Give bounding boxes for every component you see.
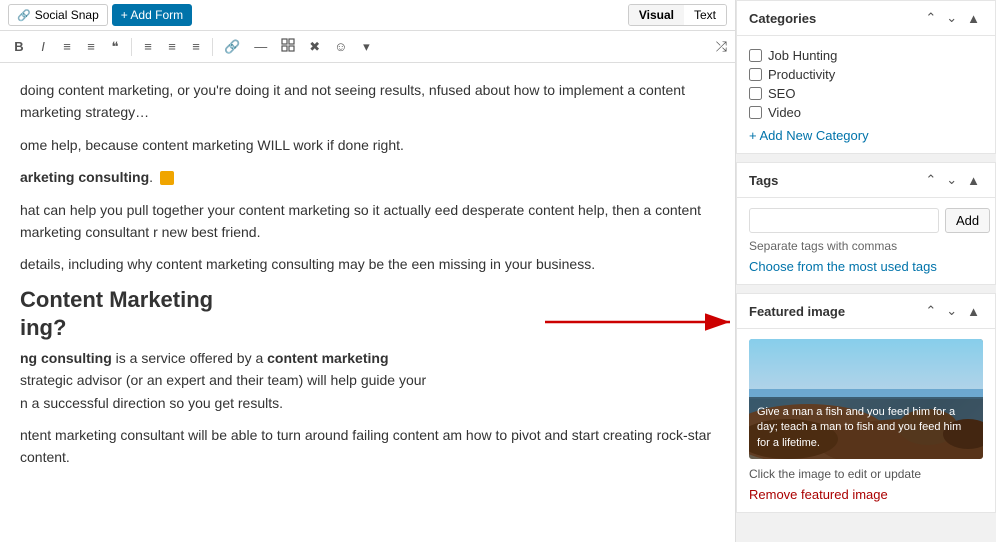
featured-image-body: Give a man a fish and you feed him for a… <box>737 329 995 512</box>
featured-image-collapse-down[interactable]: ⌄ <box>943 302 960 320</box>
category-label-productivity: Productivity <box>768 67 835 82</box>
dropdown-button[interactable]: ▾ <box>355 36 377 58</box>
ordered-list-button[interactable]: ≡ <box>80 36 102 57</box>
emoji-button[interactable]: ☺ <box>328 36 353 57</box>
editor-area: 🔗 Social Snap + Add Form Visual Text B I… <box>0 0 736 542</box>
category-label-seo: SEO <box>768 86 795 101</box>
social-snap-icon: 🔗 <box>17 9 31 22</box>
table-button[interactable] <box>275 35 301 58</box>
align-right-button[interactable]: ≡ <box>185 36 207 57</box>
categories-collapse-down[interactable]: ⌄ <box>943 9 960 27</box>
categories-panel: Categories ⌃ ⌄ ▲ Job Hunting Productivit… <box>736 0 996 154</box>
category-checkbox-seo[interactable] <box>749 87 762 100</box>
italic-button[interactable]: I <box>32 36 54 57</box>
editor-paragraph-5: details, including why content marketing… <box>20 253 715 275</box>
text-tab[interactable]: Text <box>684 5 726 25</box>
category-checkbox-productivity[interactable] <box>749 68 762 81</box>
align-center-button[interactable]: ≡ <box>161 36 183 57</box>
categories-controls: ⌃ ⌄ ▲ <box>922 9 983 27</box>
sidebar: Categories ⌃ ⌄ ▲ Job Hunting Productivit… <box>736 0 996 542</box>
remove-featured-image-link[interactable]: Remove featured image <box>749 487 888 502</box>
categories-body: Job Hunting Productivity SEO Video <box>737 36 995 153</box>
view-toggle: Visual Text <box>628 4 727 26</box>
featured-image-hint: Click the image to edit or update <box>749 467 983 481</box>
category-item-productivity: Productivity <box>749 65 983 84</box>
tags-toggle[interactable]: ▲ <box>964 172 983 189</box>
tags-title: Tags <box>749 173 778 188</box>
category-label-video: Video <box>768 105 801 120</box>
featured-image-collapse-up[interactable]: ⌃ <box>922 302 939 320</box>
editor-paragraph-7: ntent marketing consultant will be able … <box>20 424 715 469</box>
featured-image-caption: Give a man a fish and you feed him for a… <box>749 397 983 459</box>
editor-heading: Content Marketinging? <box>20 286 715 343</box>
categories-toggle[interactable]: ▲ <box>964 10 983 27</box>
editor-top-toolbar: 🔗 Social Snap + Add Form Visual Text <box>0 0 735 31</box>
tags-input[interactable] <box>749 208 939 233</box>
category-item-video: Video <box>749 103 983 122</box>
featured-image-toggle[interactable]: ▲ <box>964 303 983 320</box>
categories-collapse-up[interactable]: ⌃ <box>922 9 939 27</box>
category-label-job-hunting: Job Hunting <box>768 48 837 63</box>
tags-collapse-up[interactable]: ⌃ <box>922 171 939 189</box>
align-left-button[interactable]: ≡ <box>137 36 159 57</box>
expand-button[interactable]: ⤮ <box>716 38 727 55</box>
formatting-separator-1 <box>131 38 132 56</box>
more-button[interactable]: — <box>248 36 273 57</box>
featured-image-title: Featured image <box>749 304 845 319</box>
tags-body: Add Separate tags with commas Choose fro… <box>737 198 995 284</box>
category-checkbox-video[interactable] <box>749 106 762 119</box>
editor-paragraph-3: arketing consulting. <box>20 166 715 188</box>
category-item-seo: SEO <box>749 84 983 103</box>
formatting-bar: B I ≡ ≡ ❝ ≡ ≡ ≡ 🔗 — ✖ ☺ ▾ ⤮ <box>0 31 735 63</box>
tags-panel: Tags ⌃ ⌄ ▲ Add Separate tags with commas… <box>736 162 996 285</box>
editor-paragraph-1: doing content marketing, or you're doing… <box>20 79 715 124</box>
featured-image-controls: ⌃ ⌄ ▲ <box>922 302 983 320</box>
category-checkbox-job-hunting[interactable] <box>749 49 762 62</box>
bold-button[interactable]: B <box>8 36 30 57</box>
featured-image-panel-header: Featured image ⌃ ⌄ ▲ <box>737 294 995 329</box>
editor-bold-consulting: arketing consulting <box>20 169 149 185</box>
editor-paragraph-6: ng consulting is a service offered by a … <box>20 347 715 414</box>
categories-panel-header: Categories ⌃ ⌄ ▲ <box>737 1 995 36</box>
inline-color-icon <box>160 171 174 185</box>
tags-most-used-link[interactable]: Choose from the most used tags <box>749 259 937 274</box>
featured-image-thumbnail[interactable]: Give a man a fish and you feed him for a… <box>749 339 983 459</box>
tags-panel-header: Tags ⌃ ⌄ ▲ <box>737 163 995 198</box>
categories-title: Categories <box>749 11 816 26</box>
tags-input-row: Add <box>749 208 983 233</box>
blockquote-button[interactable]: ❝ <box>104 36 126 58</box>
editor-paragraph-2: ome help, because content marketing WILL… <box>20 134 715 156</box>
unordered-list-button[interactable]: ≡ <box>56 36 78 57</box>
clear-button[interactable]: ✖ <box>303 36 326 58</box>
featured-image-panel: Featured image ⌃ ⌄ ▲ <box>736 293 996 513</box>
formatting-separator-2 <box>212 38 213 56</box>
add-form-button[interactable]: + Add Form <box>112 4 192 26</box>
add-new-category-link[interactable]: + Add New Category <box>749 128 869 143</box>
tags-collapse-down[interactable]: ⌄ <box>943 171 960 189</box>
editor-content[interactable]: doing content marketing, or you're doing… <box>0 63 735 542</box>
category-list: Job Hunting Productivity SEO Video <box>749 46 983 122</box>
category-item-job-hunting: Job Hunting <box>749 46 983 65</box>
social-snap-button[interactable]: 🔗 Social Snap <box>8 4 108 26</box>
editor-paragraph-4: hat can help you pull together your cont… <box>20 199 715 244</box>
visual-tab[interactable]: Visual <box>629 5 684 25</box>
link-button[interactable]: 🔗 <box>218 36 246 58</box>
tags-add-button[interactable]: Add <box>945 208 990 233</box>
tags-controls: ⌃ ⌄ ▲ <box>922 171 983 189</box>
tags-hint: Separate tags with commas <box>749 239 983 253</box>
